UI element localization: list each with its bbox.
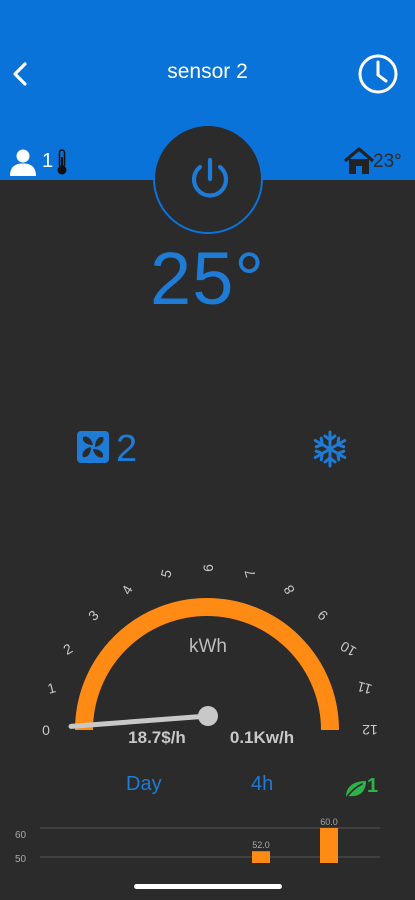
gauge-scale-label: 9 (314, 607, 331, 624)
thermometer-icon (57, 149, 67, 175)
window-selector[interactable]: 4h (251, 773, 273, 796)
usage-bar-label: 52.0 (252, 840, 270, 850)
usage-bar (320, 828, 338, 863)
gauge-scale-label: 7 (241, 567, 259, 579)
snowflake-icon[interactable] (311, 430, 349, 468)
gauge-scale-label: 8 (280, 582, 298, 597)
home-indicator (134, 884, 282, 889)
eco-level: 1 (367, 775, 379, 797)
period-selector[interactable]: Day (126, 773, 162, 796)
history-button[interactable] (357, 53, 399, 95)
occupant-count: 1 (42, 150, 54, 172)
gauge-unit: kWh (189, 636, 227, 657)
setpoint-temperature[interactable]: 25° (0, 236, 415, 321)
gauge-scale-label: 10 (337, 638, 359, 660)
clock-icon (358, 54, 398, 94)
y-tick-label: 60 (15, 830, 27, 841)
power-icon (191, 157, 229, 198)
gauge-scale-label: 0 (42, 722, 50, 738)
cost-rate: 18.7$/h (128, 728, 186, 747)
gauge-scale-label: 5 (157, 567, 175, 579)
person-icon (10, 149, 36, 176)
needle-hub (198, 706, 218, 726)
leaf-icon (345, 781, 366, 799)
gauge-scale-label: 3 (85, 607, 102, 624)
usage-chart: 60 50 52.0 60.0 (15, 817, 380, 865)
usage-bar (252, 851, 270, 863)
energy-gauge: 012345 6 789101112 kWh 18.7$/h 0.1Kw/h (42, 564, 378, 747)
gauge-scale-label: 2 (60, 640, 75, 658)
gauge-scale-label: 12 (362, 722, 378, 738)
fan-icon[interactable] (76, 430, 110, 464)
fan-speed: 2 (116, 428, 138, 470)
gauge-scale-label: 11 (355, 678, 373, 697)
page-title: sensor 2 (167, 60, 248, 83)
usage-bar-label: 60.0 (320, 817, 338, 827)
y-tick-label: 50 (15, 854, 27, 865)
gauge-scale-label: 4 (118, 582, 136, 597)
gauge-scale-label: 1 (46, 679, 58, 697)
home-icon (343, 147, 375, 174)
power-rate: 0.1Kw/h (230, 728, 294, 747)
power-button[interactable] (153, 124, 263, 234)
home-temperature: 23° (373, 151, 402, 172)
gauge-scale-label: 6 (200, 564, 216, 572)
